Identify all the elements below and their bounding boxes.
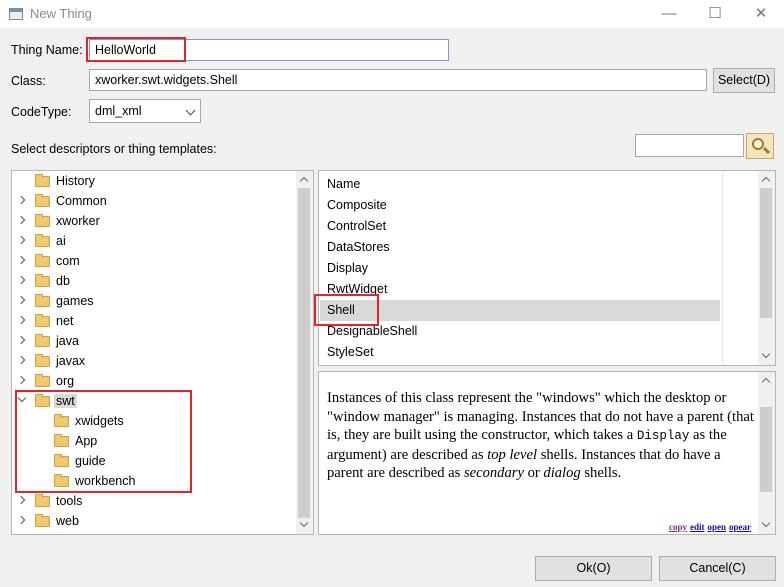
tree-item-ai[interactable]: ai <box>12 232 302 252</box>
scroll-thumb[interactable] <box>760 188 772 318</box>
class-label: Class: <box>11 74 46 88</box>
chevron-right-icon[interactable] <box>16 195 26 205</box>
tree-item-java[interactable]: java <box>12 332 302 352</box>
select-descriptors-label: Select descriptors or thing templates: <box>11 142 217 156</box>
title-bar: New Thing — ☐ ✕ <box>0 0 784 28</box>
folder-icon <box>35 274 50 287</box>
chevron-right-icon[interactable] <box>16 515 26 525</box>
description-scrollbar[interactable] <box>758 372 775 534</box>
list-item-designableshell[interactable]: DesignableShell <box>320 321 720 342</box>
scroll-thumb[interactable] <box>298 188 310 518</box>
folder-icon <box>35 494 50 507</box>
tree-item-guide[interactable]: guide <box>12 452 302 472</box>
codetype-label: CodeType: <box>11 105 72 119</box>
opear-link[interactable]: opear <box>729 522 751 532</box>
cancel-button[interactable]: Cancel(C) <box>659 556 776 581</box>
list-item-shell[interactable]: Shell <box>320 300 720 321</box>
chevron-right-icon[interactable] <box>16 335 26 345</box>
descriptor-tree[interactable]: History Common xworker ai com db games n… <box>11 170 314 535</box>
tree-item-common[interactable]: Common <box>12 192 302 212</box>
tree-item-xwidgets[interactable]: xwidgets <box>12 412 302 432</box>
codetype-value: dml_xml <box>95 104 142 118</box>
chevron-right-icon[interactable] <box>16 495 26 505</box>
tree-item-workbench[interactable]: workbench <box>12 472 302 492</box>
scroll-down-icon[interactable] <box>761 518 771 528</box>
tree-item-org[interactable]: org <box>12 372 302 392</box>
list-item-controlset[interactable]: ControlSet <box>320 216 720 237</box>
chevron-right-icon[interactable] <box>16 355 26 365</box>
folder-icon <box>35 354 50 367</box>
folder-icon <box>54 454 69 467</box>
scroll-down-icon[interactable] <box>761 349 771 359</box>
folder-icon <box>35 514 50 527</box>
scroll-up-icon[interactable] <box>761 377 771 387</box>
tree-item-com[interactable]: com <box>12 252 302 272</box>
window-icon <box>9 8 23 20</box>
tree-item-web[interactable]: web <box>12 512 302 532</box>
folder-icon <box>35 394 50 407</box>
description-text: Instances of this class represent the "w… <box>327 390 754 482</box>
select-class-button[interactable]: Select(D) <box>713 68 775 93</box>
edit-link[interactable]: edit <box>690 522 705 532</box>
tree-item-app[interactable]: App <box>12 432 302 452</box>
folder-icon <box>35 214 50 227</box>
ok-button[interactable]: Ok(O) <box>535 556 652 581</box>
list-item-styleset[interactable]: StyleSet <box>320 342 720 363</box>
folder-icon <box>35 374 50 387</box>
folder-icon <box>54 414 69 427</box>
scroll-up-icon[interactable] <box>299 176 309 186</box>
chevron-right-icon[interactable] <box>16 315 26 325</box>
tree-item-history[interactable]: History <box>12 172 302 192</box>
tree-item-db[interactable]: db <box>12 272 302 292</box>
maximize-button[interactable]: ☐ <box>692 0 738 28</box>
folder-icon <box>54 434 69 447</box>
chevron-right-icon[interactable] <box>16 215 26 225</box>
folder-icon <box>35 174 50 187</box>
copy-link[interactable]: copy <box>669 522 687 532</box>
list-scrollbar[interactable] <box>758 171 775 365</box>
tree-item-tools[interactable]: tools <box>12 492 302 512</box>
close-button[interactable]: ✕ <box>738 0 784 28</box>
open-link[interactable]: open <box>708 522 727 532</box>
chevron-down-icon <box>185 105 196 116</box>
scroll-down-icon[interactable] <box>299 518 309 528</box>
list-header-name[interactable]: Name <box>320 173 720 194</box>
chevron-right-icon[interactable] <box>16 255 26 265</box>
thing-name-label: Thing Name: <box>11 43 83 57</box>
list-item-datastores[interactable]: DataStores <box>320 237 720 258</box>
descriptor-list[interactable]: Name Composite ControlSet DataStores Dis… <box>318 170 776 366</box>
description-panel: Instances of this class represent the "w… <box>318 371 776 535</box>
thing-name-input[interactable]: HelloWorld <box>89 39 449 61</box>
folder-icon <box>35 314 50 327</box>
chevron-down-icon[interactable] <box>17 393 27 403</box>
scroll-thumb[interactable] <box>760 407 772 492</box>
tree-item-net[interactable]: net <box>12 312 302 332</box>
description-links: copy edit open opear <box>669 522 754 532</box>
tree-item-xworker[interactable]: xworker <box>12 212 302 232</box>
folder-icon <box>35 254 50 267</box>
tree-item-games[interactable]: games <box>12 292 302 312</box>
tree-item-javax[interactable]: javax <box>12 352 302 372</box>
class-input[interactable]: xworker.swt.widgets.Shell <box>89 69 707 91</box>
scroll-up-icon[interactable] <box>761 176 771 186</box>
search-input[interactable] <box>635 134 744 157</box>
window-title: New Thing <box>30 6 92 21</box>
chevron-right-icon[interactable] <box>16 275 26 285</box>
folder-icon <box>35 194 50 207</box>
chevron-right-icon[interactable] <box>16 295 26 305</box>
chevron-right-icon[interactable] <box>16 375 26 385</box>
folder-icon <box>35 234 50 247</box>
minimize-button[interactable]: — <box>646 0 692 28</box>
search-button[interactable] <box>746 133 774 159</box>
folder-icon <box>35 294 50 307</box>
folder-icon <box>54 474 69 487</box>
tree-scrollbar[interactable] <box>296 171 313 534</box>
tree-item-swt[interactable]: swt <box>12 392 302 412</box>
list-item-rwtwidget[interactable]: RwtWidget <box>320 279 720 300</box>
folder-icon <box>35 334 50 347</box>
chevron-right-icon[interactable] <box>16 235 26 245</box>
codetype-select[interactable]: dml_xml <box>89 99 201 123</box>
list-item-composite[interactable]: Composite <box>320 195 720 216</box>
list-item-display[interactable]: Display <box>320 258 720 279</box>
